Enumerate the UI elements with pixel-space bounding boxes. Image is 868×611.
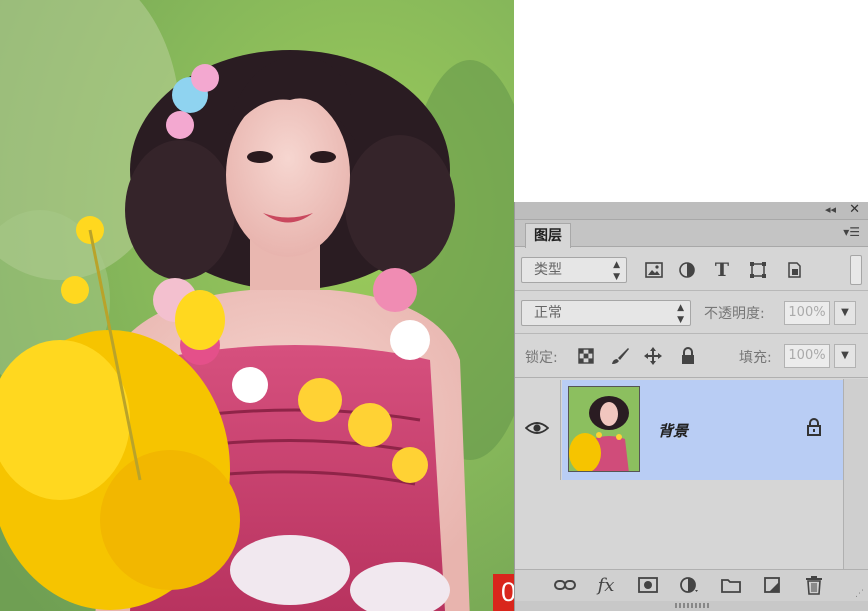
- layer-list-scrollbar[interactable]: [843, 379, 868, 569]
- layers-bottom-toolbar: fx: [515, 569, 868, 601]
- fill-dropdown-arrow[interactable]: ▼: [834, 344, 856, 368]
- panel-tab-row: 图层 ▾☰: [515, 220, 868, 248]
- layer-name[interactable]: 背景: [658, 420, 688, 441]
- lock-all-icon[interactable]: [677, 345, 699, 367]
- filter-type-dropdown[interactable]: 类型 ▲ ▼: [521, 257, 627, 283]
- visibility-toggle[interactable]: [515, 380, 561, 480]
- blend-mode-row: 正常 ▲ ▼ 不透明度: 100% ▼: [515, 292, 868, 334]
- grip-dots-icon[interactable]: [675, 603, 709, 608]
- link-layers-icon[interactable]: [554, 574, 576, 596]
- lock-row: 锁定: 填充: 100% ▼: [515, 335, 868, 378]
- layers-panel: ◂◂ ✕ 图层 ▾☰ 类型 ▲ ▼ T 正常 ▲ ▼ 不透明度: 100% ▼ …: [514, 202, 868, 611]
- layer-body-selected[interactable]: 背景: [562, 380, 844, 480]
- stepper-arrows-icon: ▲ ▼: [677, 303, 684, 325]
- smart-object-filter-icon[interactable]: [783, 259, 805, 281]
- adjustment-layer-icon[interactable]: [678, 574, 700, 596]
- opacity-field[interactable]: 100%: [784, 301, 830, 325]
- fill-label: 填充:: [739, 350, 772, 366]
- new-layer-icon[interactable]: [761, 574, 783, 596]
- layer-thumbnail[interactable]: [568, 386, 640, 472]
- filter-type-value: 类型: [534, 262, 562, 278]
- add-mask-icon[interactable]: [637, 574, 659, 596]
- lock-position-icon[interactable]: [642, 345, 664, 367]
- collapse-panel-icon[interactable]: ◂◂: [825, 203, 836, 216]
- opacity-label: 不透明度:: [704, 306, 765, 322]
- lock-label: 锁定:: [525, 350, 558, 366]
- lock-image-pixels-icon[interactable]: [609, 345, 631, 367]
- resize-corner-icon[interactable]: ⋰: [855, 589, 864, 599]
- blend-mode-value: 正常: [534, 305, 562, 321]
- image-filter-icon[interactable]: [643, 259, 665, 281]
- stepper-arrows-icon: ▲ ▼: [613, 260, 620, 282]
- panel-title-bar: ◂◂ ✕: [515, 202, 868, 220]
- group-folder-icon[interactable]: [720, 574, 742, 596]
- blend-mode-dropdown[interactable]: 正常 ▲ ▼: [521, 300, 691, 326]
- filter-toggle-switch[interactable]: [850, 255, 862, 285]
- lock-transparent-pixels-icon[interactable]: [575, 345, 597, 367]
- woman-with-flowers-image: [0, 0, 514, 611]
- panel-menu-icon[interactable]: ▾☰: [843, 225, 860, 239]
- eye-icon[interactable]: [524, 420, 550, 440]
- photo-canvas: [0, 0, 514, 611]
- shape-filter-icon[interactable]: [747, 259, 769, 281]
- tab-layers[interactable]: 图层: [525, 223, 571, 248]
- layer-locked-icon: [806, 418, 822, 440]
- panel-resize-grip[interactable]: [515, 601, 868, 611]
- adjustment-filter-icon[interactable]: [676, 259, 698, 281]
- delete-layer-icon[interactable]: [803, 574, 825, 596]
- layer-row[interactable]: 背景: [515, 380, 868, 480]
- layer-filter-row: 类型 ▲ ▼ T: [515, 248, 868, 291]
- opacity-dropdown-arrow[interactable]: ▼: [834, 301, 856, 325]
- fill-field[interactable]: 100%: [784, 344, 830, 368]
- close-panel-icon[interactable]: ✕: [849, 202, 860, 217]
- type-filter-icon[interactable]: T: [711, 259, 733, 281]
- layer-list: 背景: [515, 379, 868, 569]
- layer-style-fx-icon[interactable]: fx: [595, 574, 617, 596]
